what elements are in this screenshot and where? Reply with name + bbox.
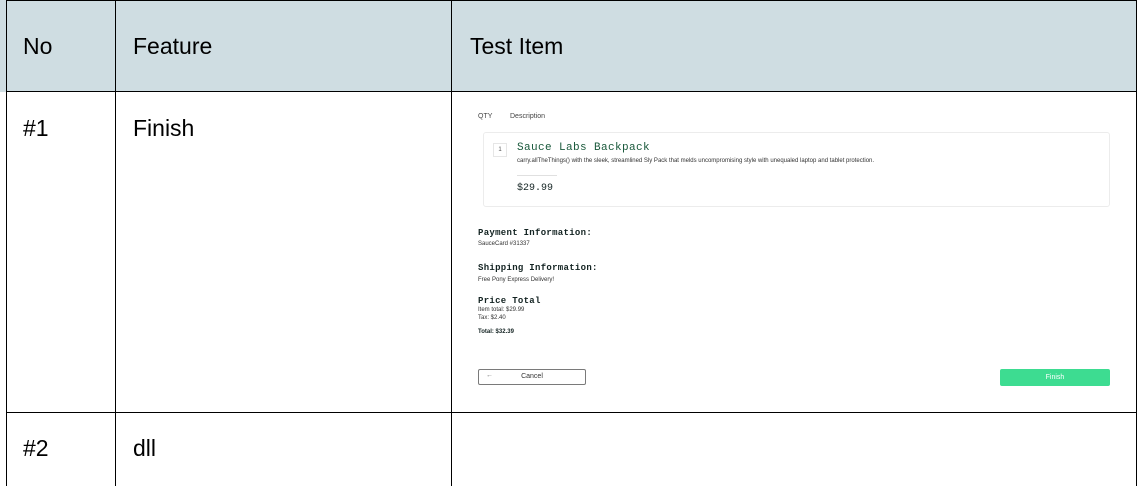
header-no: No — [23, 33, 53, 59]
price-total-label: Price Total — [478, 296, 541, 306]
qty-column-header: QTY — [478, 113, 493, 120]
cancel-button[interactable]: ← Cancel — [478, 369, 586, 385]
item-divider — [517, 175, 557, 176]
table-border-top — [6, 0, 1137, 1]
description-column-header: Description — [510, 113, 546, 120]
row-1-feature: Finish — [133, 115, 195, 141]
table-divider — [451, 0, 452, 486]
shipping-info-label: Shipping Information: — [478, 263, 598, 273]
finish-button[interactable]: Finish — [1000, 369, 1110, 386]
shipping-info-value: Free Pony Express Delivery! — [478, 277, 555, 283]
table-divider — [115, 0, 116, 486]
item-description: carry.allTheThings() with the sleek, str… — [517, 158, 875, 164]
row-1-no: #1 — [23, 115, 49, 141]
row-2-no: #2 — [23, 435, 49, 461]
header-test-item: Test Item — [470, 33, 564, 59]
table-divider — [6, 412, 1137, 413]
row-2-feature: dll — [133, 435, 157, 461]
item-total: Item total: $29.99 — [478, 307, 525, 313]
payment-info-value: SauceCard #31337 — [478, 241, 530, 247]
table-divider — [6, 91, 1137, 92]
item-name-link[interactable]: Sauce Labs Backpack — [517, 142, 650, 154]
header-feature: Feature — [133, 33, 213, 59]
payment-info-label: Payment Information: — [478, 228, 593, 238]
cart-item-card: 1 Sauce Labs Backpack carry.allTheThings… — [483, 132, 1110, 207]
total-value: Total: $32.39 — [478, 329, 514, 335]
cancel-button-label: Cancel — [521, 373, 543, 380]
checkout-overview-screenshot: QTY Description 1 Sauce Labs Backpack ca… — [456, 96, 1132, 408]
item-quantity: 1 — [493, 143, 507, 157]
table-border-left — [6, 0, 7, 486]
item-price: $29.99 — [517, 183, 554, 194]
tax-value: Tax: $2.40 — [478, 315, 506, 321]
